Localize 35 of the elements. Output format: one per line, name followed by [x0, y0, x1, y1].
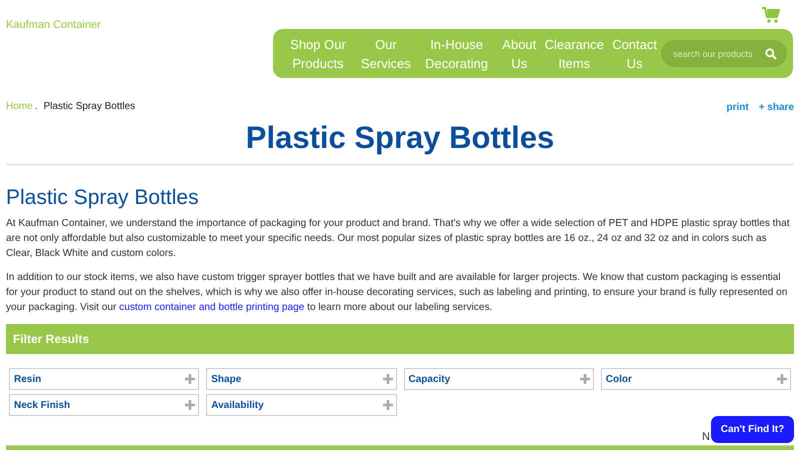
breadcrumb-current: Plastic Spray Bottles — [43, 101, 136, 112]
nav-link[interactable]: About Us — [498, 34, 540, 72]
body-paragraph: At Kaufman Container, we understand the importance of packaging for your product and brand. That's why we offer a wide selection of PET and HDPE plastic spray bottles that are not only affordable but also customizable to meet your specific needs. Our most popular sizes of plastic spray bottles are 16 oz., 24 oz and 32 oz and in colors such as Clear, Black White and custom colors. — [6, 217, 791, 261]
plus-icon — [580, 374, 590, 384]
results-text: N — [702, 431, 710, 443]
chat-button[interactable]: Can't Find It? — [711, 416, 794, 443]
filter-dropdown[interactable]: Resin — [9, 368, 200, 390]
site-logo[interactable]: Kaufman Container — [6, 19, 101, 31]
plus-icon — [185, 400, 196, 410]
nav-link[interactable]: Our Services — [356, 34, 415, 72]
search-field[interactable]: search our products — [661, 40, 787, 67]
filter-dropdown[interactable]: Color — [600, 368, 791, 390]
filter-dropdown[interactable]: Capacity — [404, 368, 594, 390]
plus-icon — [185, 374, 196, 384]
filter-dropdown[interactable]: Shape — [206, 368, 396, 390]
breadcrumb-separator: . — [34, 101, 38, 112]
plus-icon — [777, 374, 787, 384]
nav-link[interactable]: In-House Decorating — [414, 34, 498, 72]
search-icon[interactable] — [765, 48, 777, 60]
nav-link[interactable]: Contact Us — [608, 34, 661, 72]
plus-icon — [382, 400, 392, 410]
printing-page-link[interactable]: custom container and bottle printing page — [119, 302, 304, 313]
nav-link[interactable]: Clearance Items — [540, 34, 608, 72]
nav-link[interactable]: Shop Our Products — [279, 34, 357, 72]
filter-dropdown[interactable]: Neck Finish — [9, 394, 200, 416]
action-link[interactable]: + share — [758, 101, 794, 115]
filter-header: Filter Results — [6, 324, 794, 354]
filter-dropdown[interactable]: Availability — [206, 394, 396, 416]
body-paragraph: In addition to our stock items, we also have custom trigger sprayer bottles that we have built and are available for larger projects. We know that custom packaging is essential for your product to stand out on the shelves, which is why we also offer in-house decorating services, such as labeling and printing, to ensure your brand is fully represented on your packaging. Visit our custom container and bottle printing page to learn more about our labeling services. — [6, 271, 788, 315]
cart-icon[interactable] — [762, 6, 780, 24]
page-title: Plastic Spray Bottles — [6, 118, 794, 165]
action-link[interactable]: print — [726, 101, 749, 115]
plus-icon — [382, 374, 392, 384]
breadcrumb-link[interactable]: Home — [6, 101, 33, 112]
section-heading: Plastic Spray Bottles — [6, 185, 200, 211]
